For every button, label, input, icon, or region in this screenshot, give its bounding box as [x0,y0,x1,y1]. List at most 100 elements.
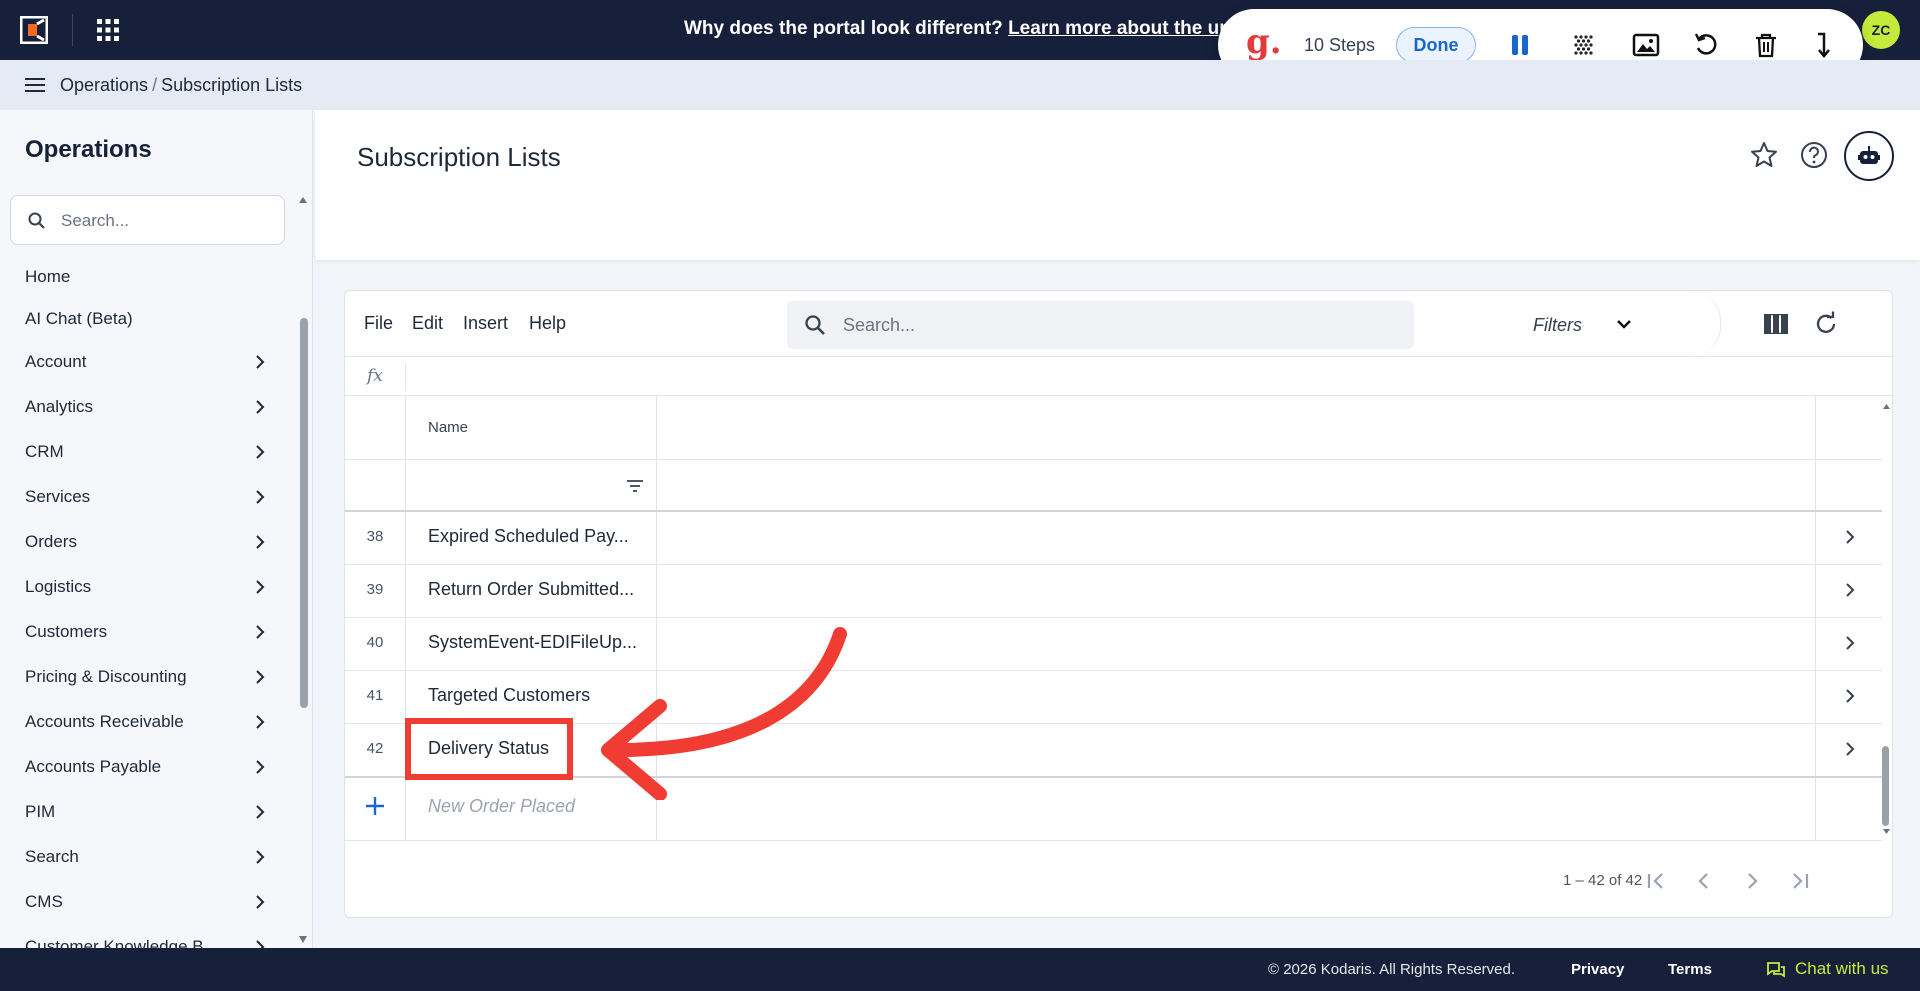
row-number: 38 [366,528,384,545]
ai-assistant-button[interactable] [1844,131,1894,181]
menu-icon[interactable] [25,76,45,94]
sidebar-item-customer-knowledge[interactable]: Customer Knowledge B... [0,927,280,948]
grid-scrollbar-thumb[interactable] [1882,746,1889,826]
sidebar-item-customers[interactable]: Customers [0,612,280,652]
add-row-icon[interactable] [363,794,387,818]
search-icon [28,212,45,229]
chevron-right-icon[interactable] [1841,528,1859,546]
sidebar-item-accounts-receivable[interactable]: Accounts Receivable [0,702,280,742]
table-row[interactable]: 42 Delivery Status [345,723,1882,776]
row-name[interactable]: Return Order Submitted... [428,579,634,600]
sidebar-search-input[interactable]: Search... [10,195,285,245]
chat-icon[interactable] [1766,960,1786,980]
sidebar-item-label: CRM [25,442,64,461]
table-row[interactable]: 40 SystemEvent-EDIFileUp... [345,617,1882,670]
column-filter-icon[interactable] [626,478,644,494]
sidebar-item-home[interactable]: Home [0,257,280,297]
menu-help[interactable]: Help [529,313,566,334]
search-icon [805,315,825,335]
row-name[interactable]: Expired Scheduled Pay... [428,526,629,547]
chevron-right-icon [256,715,265,729]
row-name[interactable]: Targeted Customers [428,685,590,706]
pause-icon[interactable] [1506,31,1534,59]
chevron-right-icon [256,445,265,459]
table-row[interactable]: 39 Return Order Submitted... [345,564,1882,617]
kodaris-logo[interactable] [20,16,48,44]
recorder-steps-count: 10 Steps [1304,35,1376,55]
row-number: 41 [366,687,384,704]
portal-update-banner: Why does the portal look different? Lear… [684,18,1270,40]
sidebar: Operations Search... Home AI Chat (Beta)… [0,110,313,948]
sidebar-item-account[interactable]: Account [0,342,280,382]
sidebar-item-pricing[interactable]: Pricing & Discounting [0,657,280,697]
last-page-icon[interactable] [1787,868,1813,894]
sidebar-item-label: Customer Knowledge B... [25,937,218,948]
sidebar-item-cms[interactable]: CMS [0,882,280,922]
sidebar-item-search[interactable]: Search [0,837,280,877]
sidebar-item-services[interactable]: Services [0,477,280,517]
grid-search-input[interactable]: Search... [787,301,1414,349]
page-header: Subscription Lists [315,110,1920,260]
chat-with-us-link[interactable]: Chat with us [1795,959,1889,979]
refresh-icon[interactable] [1813,311,1839,337]
image-icon[interactable] [1632,31,1660,59]
sidebar-item-accounts-payable[interactable]: Accounts Payable [0,747,280,787]
sidebar-item-logistics[interactable]: Logistics [0,567,280,607]
help-icon[interactable] [1799,140,1829,170]
chevron-right-icon[interactable] [1841,740,1859,758]
new-row[interactable]: New Order Placed [345,778,1882,831]
sidebar-item-label: Pricing & Discounting [25,667,187,686]
chevron-right-icon [256,760,265,774]
column-header-name[interactable]: Name [428,419,468,436]
apps-grid-icon[interactable] [96,18,120,42]
sidebar-item-crm[interactable]: CRM [0,432,280,472]
table-row[interactable]: 41 Targeted Customers [345,670,1882,723]
chevron-right-icon [256,850,265,864]
table-row[interactable]: 38 Expired Scheduled Pay... [345,511,1882,564]
row-number: 42 [366,740,384,757]
privacy-link[interactable]: Privacy [1571,961,1624,978]
highlight-box [405,718,573,780]
arrow-down-turn-icon[interactable] [1810,31,1838,59]
columns-icon[interactable] [1763,311,1789,337]
sidebar-scrollbar-thumb[interactable] [300,318,308,708]
blur-icon[interactable] [1570,31,1598,59]
chevron-right-icon[interactable] [1841,634,1859,652]
sidebar-item-pim[interactable]: PIM [0,792,280,832]
recorder-done-button[interactable]: Done [1396,27,1476,63]
chevron-right-icon[interactable] [1841,687,1859,705]
chevron-right-icon [256,895,265,909]
sidebar-item-label: Orders [25,532,77,551]
user-avatar[interactable]: ZC [1862,11,1900,49]
sidebar-item-label: CMS [25,892,63,911]
trash-icon[interactable] [1752,31,1780,59]
terms-link[interactable]: Terms [1668,961,1712,978]
header-divider [345,459,1882,460]
menu-insert[interactable]: Insert [463,313,508,334]
grid-bottom-divider [345,840,1882,841]
sidebar-item-orders[interactable]: Orders [0,522,280,562]
sidebar-item-label: Account [25,352,87,371]
robot-icon [1858,146,1880,164]
sidebar-item-analytics[interactable]: Analytics [0,387,280,427]
breadcrumb-operations[interactable]: Operations [60,75,148,95]
sidebar-item-ai-chat[interactable]: AI Chat (Beta) [0,299,280,339]
menu-edit[interactable]: Edit [412,313,443,334]
menu-file[interactable]: File [364,313,393,334]
undo-icon[interactable] [1693,31,1721,59]
previous-page-icon[interactable] [1691,868,1717,894]
next-page-icon[interactable] [1739,868,1765,894]
sidebar-item-label: Home [25,267,71,286]
data-grid: Name 38 Expired Scheduled Pay... 39 Retu… [345,396,1890,841]
breadcrumb-bar: Operations / Subscription Lists [0,60,1920,110]
chevron-right-icon [256,670,265,684]
pagination-range: 1 – 42 of 42 [1563,872,1643,889]
first-page-icon[interactable] [1643,868,1669,894]
filters-dropdown[interactable]: Filters [1533,291,1721,356]
chevron-right-icon[interactable] [1841,581,1859,599]
sidebar-item-label: Accounts Payable [25,757,162,776]
new-row-input[interactable]: New Order Placed [428,796,575,817]
star-icon[interactable] [1749,140,1779,170]
formula-bar: fx [345,356,1892,396]
chevron-right-icon [256,580,265,594]
